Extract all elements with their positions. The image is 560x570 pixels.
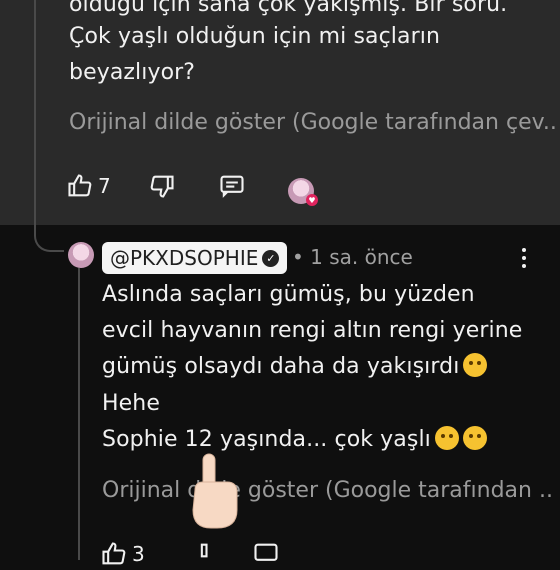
reply-icon <box>254 543 278 561</box>
reply-like-count: 3 <box>132 542 145 566</box>
creator-heart-icon: ♥ <box>306 194 318 206</box>
reply-line-2: evcil hayvanın rengi altın rengi yerine <box>102 318 523 343</box>
parent-comment-line-1: Çok yaşlı olduğun için mi saçların <box>69 24 440 49</box>
parent-comment-line-2: beyazlıyor? <box>69 60 196 85</box>
thumb-up-icon <box>102 542 126 565</box>
thread-line-reply <box>78 268 80 560</box>
reply-reply-button[interactable] <box>252 540 280 568</box>
pointing-hand-icon <box>192 453 238 529</box>
reply-translate-link[interactable]: Orijinal dilde göster (Google tarafından… <box>102 478 554 503</box>
smile-emoji-icon <box>463 353 488 377</box>
like-count: 7 <box>98 174 111 198</box>
reply-line-4: Hehe <box>102 391 160 416</box>
reply-dislike-button[interactable] <box>182 540 210 568</box>
thumb-down-icon <box>150 175 174 198</box>
author-handle-badge[interactable]: @PKXDSOPHIE ✓ <box>102 242 288 274</box>
sweat-smile-emoji-icon <box>434 426 459 450</box>
thumb-down-icon <box>200 543 208 558</box>
reply-line-1: Aslında saçları gümüş, bu yüzden <box>102 282 475 307</box>
translate-link[interactable]: Orijinal dilde göster (Google tarafından… <box>69 110 555 135</box>
reply-icon <box>220 175 244 198</box>
verified-icon: ✓ <box>262 249 280 267</box>
reply-button[interactable] <box>218 172 246 200</box>
thread-line <box>34 0 36 226</box>
thumb-up-icon <box>68 174 92 197</box>
reply-line-3: gümüş olsaydı daha da yakışırdı <box>102 354 460 379</box>
reply-like-button[interactable]: 3 <box>100 540 145 568</box>
reply-actions: 3 <box>100 540 400 570</box>
author-handle: @PKXDSOPHIE <box>110 246 259 270</box>
like-button[interactable]: 7 <box>66 172 111 200</box>
reply-line-3-row: gümüş olsaydı daha da yakışırdı <box>102 350 488 384</box>
parent-comment-partial-line: olduğu için sana çok yakışmış. Bir soru. <box>69 0 508 17</box>
reply-line-5-row: Sophie 12 yaşında... çok yaşlı <box>102 423 487 457</box>
dislike-button[interactable] <box>148 172 176 200</box>
laughing-emoji-icon <box>462 426 487 450</box>
reply-line-5: Sophie 12 yaşında... çok yaşlı <box>102 427 431 452</box>
comment-time: • 1 sa. önce <box>292 245 413 269</box>
more-options-icon[interactable] <box>520 248 528 270</box>
reply-avatar[interactable] <box>68 242 94 268</box>
thread-connector <box>34 220 64 252</box>
parent-actions: 7 ♥ <box>66 172 366 208</box>
